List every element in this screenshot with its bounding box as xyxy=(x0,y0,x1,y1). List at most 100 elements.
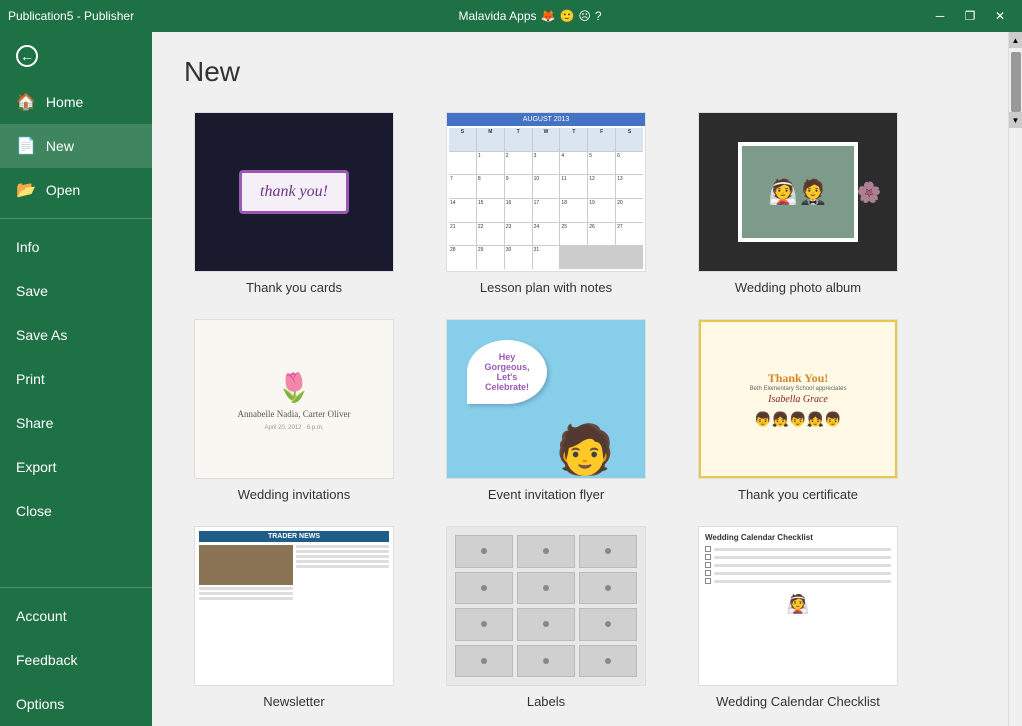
sidebar-item-share[interactable]: Share xyxy=(0,401,152,445)
home-icon: 🏠 xyxy=(16,92,36,112)
sidebar-item-export[interactable]: Export xyxy=(0,445,152,489)
main-container: ← 🏠 Home 📄 New 📂 Open Info Save Save As … xyxy=(0,32,1022,726)
checklist-bride-icon: 👰 xyxy=(705,594,891,615)
check-box-1 xyxy=(705,546,711,552)
emoji-sad-icon: ☹ xyxy=(578,9,591,23)
lesson-col-thu: T xyxy=(560,128,587,151)
checklist-title: Wedding Calendar Checklist xyxy=(705,533,891,542)
content-area: New thank you! Thank you cards AUGUST 20… xyxy=(152,32,1008,726)
template-grid: thank you! Thank you cards AUGUST 2013 S… xyxy=(184,112,976,709)
sidebar-item-save-as[interactable]: Save As xyxy=(0,313,152,357)
lesson-month: AUGUST 2013 xyxy=(447,113,645,126)
sidebar-item-print[interactable]: Print xyxy=(0,357,152,401)
help-icon: ? xyxy=(595,9,602,23)
malavida-label: Malavida Apps xyxy=(458,9,536,23)
template-label-thank-you-cert: Thank you certificate xyxy=(738,487,858,502)
wedding-preview: 👰🤵 🌸 xyxy=(699,113,897,271)
close-button[interactable]: ✕ xyxy=(986,4,1014,28)
sidebar-account-label: Account xyxy=(16,608,67,624)
cert-name: Isabella Grace xyxy=(768,394,828,405)
sidebar-feedback-label: Feedback xyxy=(16,652,77,668)
new-doc-icon: 📄 xyxy=(16,136,36,156)
thumb-newsletter: TRADER NEWS xyxy=(194,526,394,686)
thumb-lesson-plan: AUGUST 2013 S M T W T F S 1 2 3 xyxy=(446,112,646,272)
event-preview: Hey Gorgeous, Let's Celebrate! 🧑 xyxy=(447,320,645,478)
back-button[interactable]: ← xyxy=(0,32,152,80)
check-box-5 xyxy=(705,578,711,584)
newsletter-preview: TRADER NEWS xyxy=(195,527,393,685)
lesson-col-fri: F xyxy=(588,128,615,151)
scrollbar: ▲ ▼ xyxy=(1008,32,1022,726)
malavida-apps: Malavida Apps 🦊 🙂 ☹ ? xyxy=(458,9,601,23)
restore-button[interactable]: ❐ xyxy=(956,4,984,28)
cert-subtitle: Beth Elementary School appreciates xyxy=(749,386,846,392)
sidebar-info-label: Info xyxy=(16,239,39,255)
sidebar-save-label: Save xyxy=(16,283,48,299)
template-label-lesson-plan: Lesson plan with notes xyxy=(480,280,612,295)
thumb-thank-you-cards: thank you! xyxy=(194,112,394,272)
titlebar: Publication5 - Publisher Malavida Apps 🦊… xyxy=(0,0,1022,32)
template-wedding-invitations[interactable]: 🌷 Annabelle Nadia, Carter Oliver April 2… xyxy=(184,319,404,502)
sidebar-item-options[interactable]: Options xyxy=(0,682,152,726)
invite-flower-icon: 🌷 xyxy=(277,371,312,404)
scrollbar-up-button[interactable]: ▲ xyxy=(1009,32,1022,48)
page-title: New xyxy=(184,56,976,88)
template-label-event-flyer: Event invitation flyer xyxy=(488,487,604,502)
template-label-wedding-checklist: Wedding Calendar Checklist xyxy=(716,694,880,709)
template-label-wedding-invitations: Wedding invitations xyxy=(238,487,351,502)
sidebar-new-label: New xyxy=(46,138,74,154)
lesson-col-sat: S xyxy=(616,128,643,151)
sidebar-saveas-label: Save As xyxy=(16,327,67,343)
scrollbar-thumb[interactable] xyxy=(1011,52,1021,112)
sidebar-export-label: Export xyxy=(16,459,56,475)
check-box-3 xyxy=(705,562,711,568)
sidebar-item-open[interactable]: 📂 Open xyxy=(0,168,152,212)
thumb-labels xyxy=(446,526,646,686)
template-wedding-album[interactable]: 👰🤵 🌸 Wedding photo album xyxy=(688,112,908,295)
sidebar-item-info[interactable]: Info xyxy=(0,225,152,269)
thankyou-bg: thank you! xyxy=(195,113,393,271)
lesson-preview: AUGUST 2013 S M T W T F S 1 2 3 xyxy=(447,113,645,271)
template-lesson-plan[interactable]: AUGUST 2013 S M T W T F S 1 2 3 xyxy=(436,112,656,295)
template-event-flyer[interactable]: Hey Gorgeous, Let's Celebrate! 🧑 Event i… xyxy=(436,319,656,502)
sidebar-item-account[interactable]: Account xyxy=(0,594,152,638)
template-thank-you-cert[interactable]: Thank You! Beth Elementary School apprec… xyxy=(688,319,908,502)
invite-date: April 20, 2012 · 6 p.m. xyxy=(264,425,323,431)
malavida-icon: 🦊 xyxy=(541,9,556,23)
sidebar-item-feedback[interactable]: Feedback xyxy=(0,638,152,682)
thumb-thank-you-cert: Thank You! Beth Elementary School apprec… xyxy=(698,319,898,479)
news-image-1 xyxy=(199,545,293,585)
lesson-col-wed: W xyxy=(533,128,560,151)
template-labels[interactable]: Labels xyxy=(436,526,656,709)
thumb-wedding-album: 👰🤵 🌸 xyxy=(698,112,898,272)
template-thank-you-cards[interactable]: thank you! Thank you cards xyxy=(184,112,404,295)
wedding-flowers-icon: 🌸 xyxy=(849,121,889,263)
thankyou-text: thank you! xyxy=(239,170,349,214)
sidebar-share-label: Share xyxy=(16,415,53,431)
labels-preview xyxy=(447,527,645,685)
sidebar-item-close[interactable]: Close xyxy=(0,489,152,533)
template-label-labels: Labels xyxy=(527,694,565,709)
template-newsletter[interactable]: TRADER NEWS xyxy=(184,526,404,709)
titlebar-app-info: Publication5 - Publisher xyxy=(8,9,134,23)
event-speech-bubble: Hey Gorgeous, Let's Celebrate! xyxy=(467,340,547,404)
sidebar-item-new[interactable]: 📄 New xyxy=(0,124,152,168)
news-header-text: TRADER NEWS xyxy=(199,531,389,542)
sidebar-home-label: Home xyxy=(46,94,83,110)
cert-title: Thank You! xyxy=(768,371,829,386)
news-col-2 xyxy=(296,545,390,681)
template-wedding-checklist[interactable]: Wedding Calendar Checklist xyxy=(688,526,908,709)
lesson-col-sun: S xyxy=(449,128,476,151)
template-label-wedding-album: Wedding photo album xyxy=(735,280,861,295)
minimize-button[interactable]: ─ xyxy=(926,4,954,28)
invite-preview: 🌷 Annabelle Nadia, Carter Oliver April 2… xyxy=(195,320,393,478)
template-label-newsletter: Newsletter xyxy=(263,694,324,709)
scrollbar-down-button[interactable]: ▼ xyxy=(1009,112,1022,128)
event-bubble-text: Hey Gorgeous, Let's Celebrate! xyxy=(467,340,547,404)
sidebar-item-home[interactable]: 🏠 Home xyxy=(0,80,152,124)
invite-names: Annabelle Nadia, Carter Oliver xyxy=(238,408,351,421)
sidebar-item-save[interactable]: Save xyxy=(0,269,152,313)
lesson-col-tue: T xyxy=(505,128,532,151)
sidebar-divider-1 xyxy=(0,218,152,219)
sidebar-print-label: Print xyxy=(16,371,45,387)
